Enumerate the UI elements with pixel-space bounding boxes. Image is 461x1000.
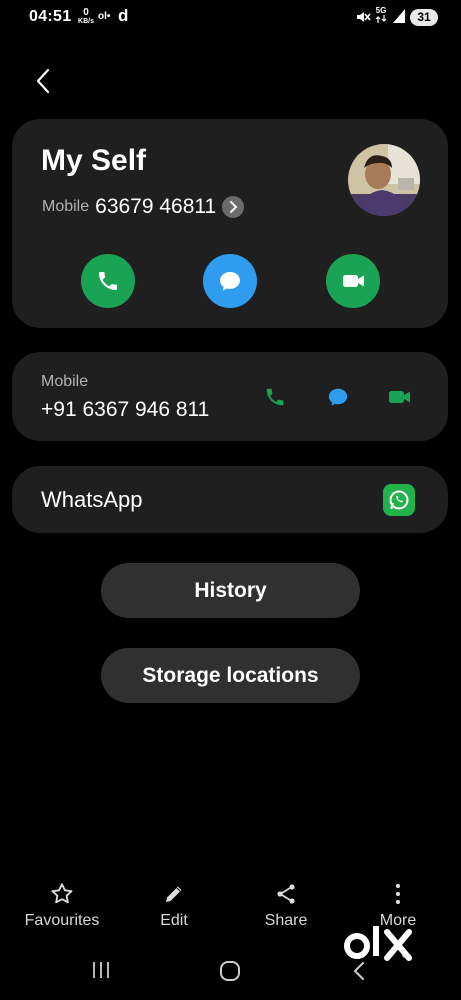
- video-camera-icon[interactable]: [387, 385, 413, 409]
- network-type: 5G: [375, 7, 387, 25]
- edit-label: Edit: [160, 912, 188, 929]
- storage-locations-button[interactable]: Storage locations: [101, 648, 360, 703]
- video-camera-icon: [343, 275, 364, 287]
- notification-d-icon: d: [118, 6, 129, 25]
- number-type-label: Mobile: [41, 373, 89, 390]
- message-icon[interactable]: [325, 385, 351, 409]
- message-button[interactable]: [203, 254, 257, 308]
- whatsapp-card[interactable]: WhatsApp: [12, 466, 448, 533]
- network-speed: 0 KB/s: [77, 8, 95, 26]
- share-icon: [274, 878, 298, 910]
- more-vertical-icon: [394, 878, 402, 910]
- recent-apps-icon[interactable]: [91, 961, 111, 984]
- notification-ole-icon: ol•: [98, 11, 111, 22]
- contact-card: My Self Mobile 63679 46811: [12, 119, 448, 328]
- mobile-number: 63679 46811: [95, 195, 217, 218]
- back-button[interactable]: [28, 64, 58, 98]
- whatsapp-icon[interactable]: [383, 484, 415, 516]
- status-time: 04:51: [29, 8, 72, 25]
- phone-icon: [99, 272, 117, 290]
- avatar[interactable]: [348, 144, 420, 216]
- chevron-right-icon[interactable]: [222, 196, 245, 218]
- call-button[interactable]: [81, 254, 135, 308]
- battery-indicator: 31: [410, 9, 438, 26]
- network-speed-unit: KB/s: [78, 18, 94, 25]
- phone-number: +91 6367 946 811: [41, 398, 210, 421]
- edit-button[interactable]: Edit: [124, 878, 224, 930]
- history-button[interactable]: History: [101, 563, 360, 618]
- chevron-left-icon: [36, 68, 50, 94]
- home-icon[interactable]: [219, 960, 241, 987]
- back-nav-icon[interactable]: [352, 961, 366, 986]
- mobile-label: Mobile: [42, 198, 90, 215]
- signal-icon: [393, 9, 405, 28]
- favourites-label: Favourites: [24, 912, 100, 929]
- network-speed-value: 0: [83, 7, 89, 18]
- contact-mobile-row[interactable]: Mobile 63679 46811: [42, 195, 245, 219]
- message-icon: [220, 272, 240, 291]
- mute-icon: [355, 9, 371, 30]
- phone-icon[interactable]: [262, 385, 288, 409]
- whatsapp-label: WhatsApp: [41, 487, 143, 512]
- star-icon: [49, 878, 75, 910]
- share-button[interactable]: Share: [236, 878, 336, 930]
- system-navigation-bar: [0, 955, 461, 987]
- pencil-icon: [162, 878, 186, 910]
- phone-number-card[interactable]: Mobile +91 6367 946 811: [12, 352, 448, 441]
- video-call-button[interactable]: [326, 254, 380, 308]
- status-bar: 04:51 0 KB/s ol• d 5G 31: [0, 0, 461, 36]
- share-label: Share: [264, 912, 308, 929]
- favourites-button[interactable]: Favourites: [12, 878, 112, 930]
- contact-name: My Self: [41, 144, 147, 177]
- network-type-label: 5G: [375, 6, 387, 15]
